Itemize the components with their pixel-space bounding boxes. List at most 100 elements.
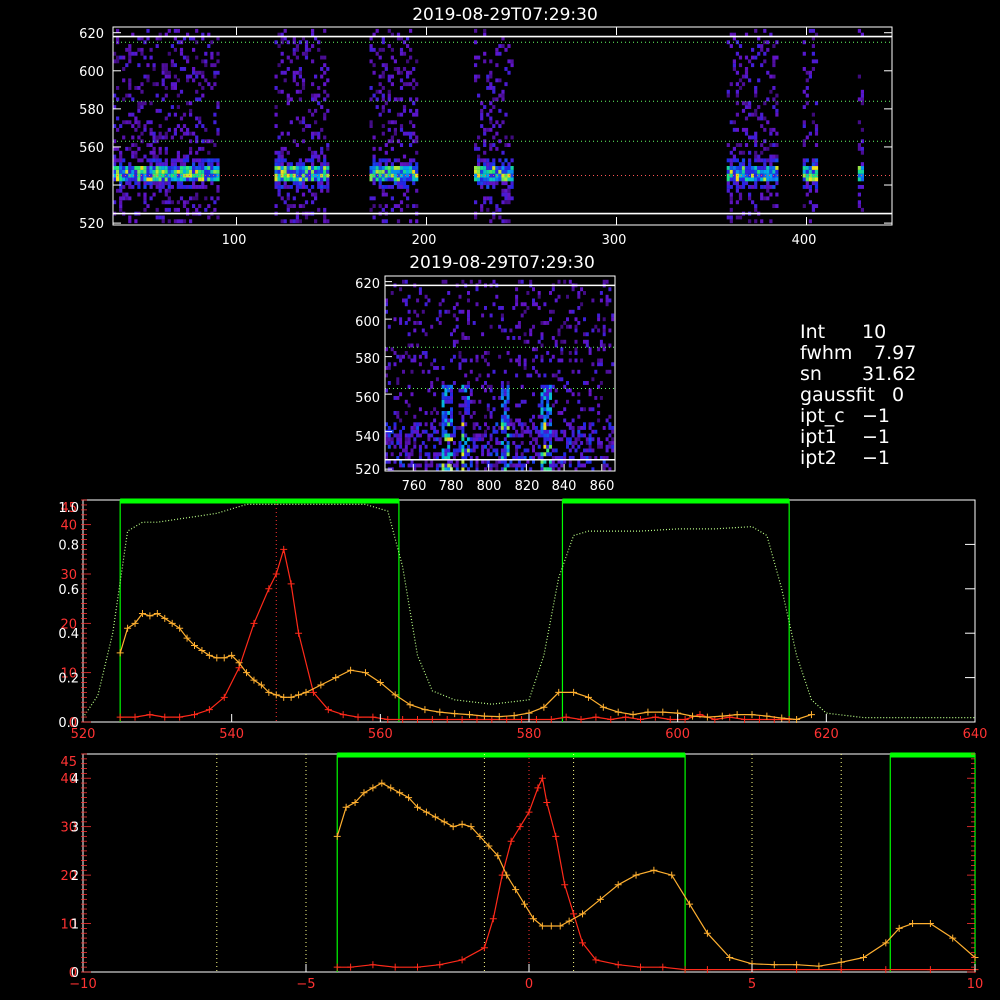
heatmap-cell xyxy=(506,381,510,385)
heatmap-cell xyxy=(186,200,190,205)
heatmap-cell xyxy=(176,105,180,109)
data-point-marker xyxy=(703,713,711,721)
heatmap-cell xyxy=(504,166,508,170)
heatmap-cell xyxy=(430,433,434,438)
heatmap-cell xyxy=(735,82,739,87)
heatmap-cell xyxy=(128,82,132,87)
heatmap-cell xyxy=(503,463,507,468)
heatmap-cell xyxy=(766,196,770,201)
heatmap-cell xyxy=(486,362,490,367)
heatmap-cell xyxy=(189,112,193,117)
heatmap-cell xyxy=(413,358,417,363)
heatmap-cell xyxy=(489,177,493,182)
heatmap-cell xyxy=(475,287,479,292)
heatmap-cell xyxy=(393,158,397,163)
heatmap-cell xyxy=(474,74,478,79)
heatmap-cell xyxy=(441,422,445,427)
heatmap-cell xyxy=(216,158,220,163)
data-point-marker xyxy=(592,713,600,721)
heatmap-cell xyxy=(811,51,815,56)
heatmap-cell xyxy=(179,158,184,163)
heatmap-cell xyxy=(489,414,493,419)
heatmap-cell xyxy=(274,158,278,163)
heatmap-cell xyxy=(131,185,135,189)
heatmap-cell xyxy=(444,414,448,419)
heatmap-cell xyxy=(149,127,153,132)
heatmap-cell xyxy=(554,463,558,468)
heatmap-cell xyxy=(317,177,321,182)
heatmap-cell xyxy=(546,414,550,419)
heatmap-cell xyxy=(402,177,407,182)
heatmap-cell xyxy=(409,135,413,140)
heatmap-cell xyxy=(599,291,603,295)
heatmap-cell xyxy=(286,185,290,189)
heatmap-cell xyxy=(515,448,519,453)
heatmap-cell xyxy=(860,97,864,102)
heatmap-cell xyxy=(326,185,330,189)
heatmap-cell xyxy=(503,437,507,442)
heatmap-cell xyxy=(805,101,809,106)
heatmap-cell xyxy=(146,78,150,83)
heatmap-cell xyxy=(461,437,465,442)
heatmap-cell xyxy=(210,196,214,201)
heatmap-cell xyxy=(396,414,400,419)
heatmap-cell xyxy=(170,105,174,109)
heatmap-cell xyxy=(307,177,312,182)
heatmap-cell xyxy=(571,287,575,292)
heatmap-cell xyxy=(317,166,321,170)
heatmap-cell xyxy=(201,146,205,151)
heatmap-cell xyxy=(483,131,487,136)
heatmap-cell xyxy=(754,169,758,174)
heatmap-cell xyxy=(393,317,397,322)
heatmap-cell xyxy=(289,169,293,174)
heatmap-cell xyxy=(811,112,815,117)
heatmap-cell xyxy=(477,154,481,159)
data-point-marker xyxy=(176,713,184,721)
heatmap-cell xyxy=(500,388,504,393)
heatmap-cell xyxy=(506,414,510,419)
heatmap-cell xyxy=(455,463,459,468)
data-point-marker xyxy=(198,646,206,654)
heatmap-cell xyxy=(384,204,388,208)
heatmap-cell xyxy=(543,388,547,393)
heatmap-cell xyxy=(741,162,746,167)
heatmap-cell xyxy=(450,437,453,442)
heatmap-cell xyxy=(741,158,746,163)
heatmap-cell xyxy=(320,127,324,132)
heatmap-cell xyxy=(540,396,544,400)
heatmap-cell xyxy=(201,74,205,79)
heatmap-cell xyxy=(540,422,544,427)
heatmap-cell xyxy=(467,313,470,318)
heatmap-cell xyxy=(726,177,730,182)
heatmap-cell xyxy=(402,463,405,468)
heatmap-cell xyxy=(461,418,465,423)
heatmap-cell xyxy=(546,399,550,404)
heatmap-cell xyxy=(580,302,584,307)
heatmap-cell xyxy=(543,392,547,397)
heatmap-cell xyxy=(729,192,733,197)
heatmap-cell xyxy=(137,169,141,174)
heatmap-cell xyxy=(467,317,470,322)
heatmap-cell xyxy=(811,59,815,64)
heatmap-cell xyxy=(458,426,462,430)
heatmap-cell xyxy=(387,185,391,189)
heatmap-cell xyxy=(450,396,453,400)
heatmap-cell xyxy=(298,162,302,167)
heatmap-cell xyxy=(323,97,327,102)
heatmap-cell xyxy=(738,55,743,60)
heatmap-cell xyxy=(186,78,190,83)
heatmap-cell xyxy=(602,279,606,284)
heatmap-cell xyxy=(387,366,391,370)
heatmap-cell xyxy=(399,444,403,449)
heatmap-cell xyxy=(173,127,177,132)
heatmap-cell xyxy=(546,321,550,325)
heatmap-cell xyxy=(146,166,150,170)
data-point-marker xyxy=(213,654,221,662)
heatmap-cell xyxy=(204,166,208,170)
heatmap-cell xyxy=(608,426,612,430)
heatmap-cell xyxy=(748,177,752,182)
heatmap-cell xyxy=(549,392,552,397)
heatmap-cell xyxy=(399,452,403,457)
heatmap-cell xyxy=(198,120,202,125)
heatmap-cell xyxy=(546,403,550,408)
